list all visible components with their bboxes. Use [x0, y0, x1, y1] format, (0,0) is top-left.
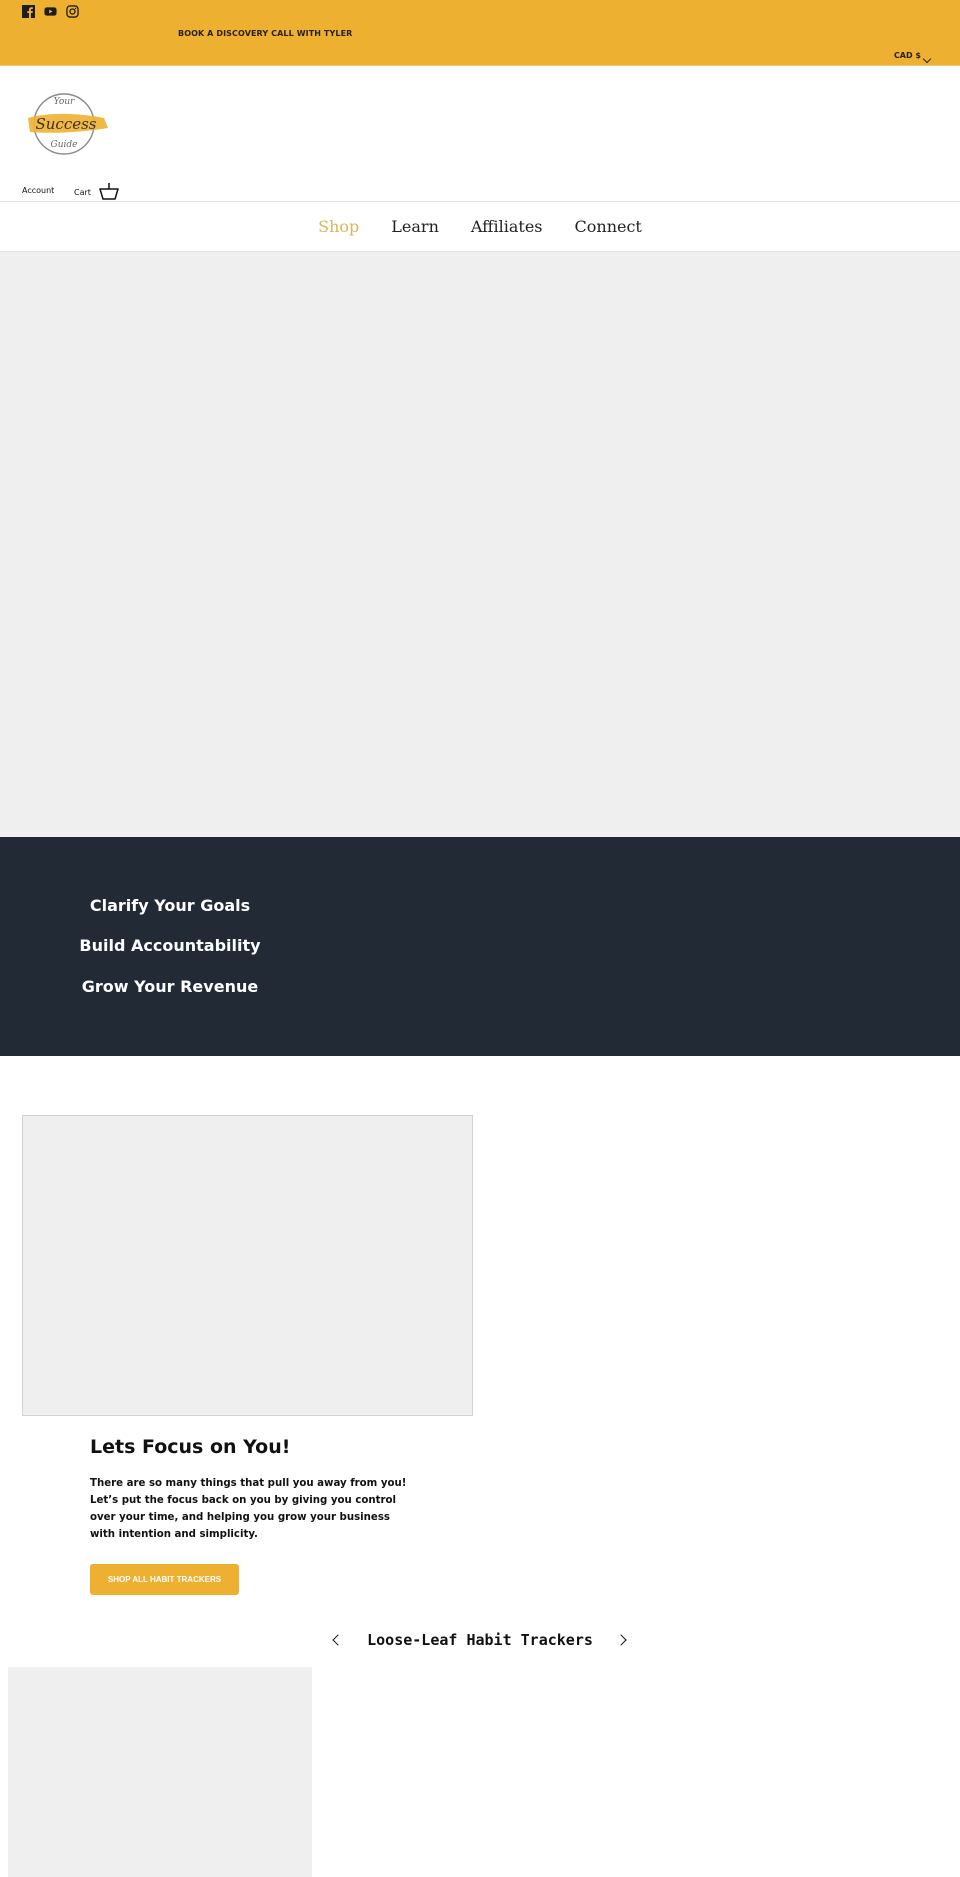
feature-description: There are so many things that pull you a… [90, 1478, 407, 1540]
logo-text-guide: Guide [51, 140, 78, 150]
social-links [22, 5, 79, 18]
nav-item-affiliates[interactable]: Affiliates [471, 217, 543, 236]
logo-text-your: Your [54, 97, 75, 107]
nav-item-connect[interactable]: Connect [575, 217, 642, 236]
shop-habit-trackers-button[interactable]: SHOP ALL HABIT TRACKERS [90, 1564, 239, 1595]
currency-selector[interactable]: CAD $ [894, 51, 921, 60]
facebook-icon[interactable] [22, 5, 35, 18]
hero-image [0, 252, 960, 837]
discovery-call-link[interactable]: BOOK A DISCOVERY CALL WITH TYLER [178, 29, 352, 38]
youtube-icon[interactable] [44, 5, 57, 18]
announcement-bar: BOOK A DISCOVERY CALL WITH TYLER CAD $ [0, 0, 960, 66]
basket-icon[interactable] [99, 182, 119, 200]
main-nav: Shop Learn Affiliates Connect [0, 201, 960, 252]
nav-item-shop[interactable]: Shop [318, 217, 359, 236]
benefit-grow-revenue: Grow Your Revenue [81, 977, 259, 996]
instagram-icon[interactable] [66, 5, 79, 18]
logo[interactable]: Your Success Guide [24, 88, 110, 160]
benefit-clarify-goals: Clarify Your Goals [89, 896, 251, 915]
feature-image [22, 1115, 473, 1416]
benefit-build-accountability: Build Accountability [79, 936, 261, 955]
nav-item-learn[interactable]: Learn [391, 217, 439, 236]
logo-text-success: Success [35, 115, 96, 133]
feature-title: Lets Focus on You! [90, 1436, 291, 1458]
product-card-image[interactable] [8, 1667, 312, 1877]
carousel-title: Loose-Leaf Habit Trackers [367, 1631, 593, 1649]
benefits-section: Clarify Your Goals Build Accountability … [0, 837, 960, 1056]
account-link[interactable]: Account [22, 186, 54, 195]
cart-link[interactable]: Cart [74, 188, 91, 197]
chevron-down-icon[interactable] [922, 54, 932, 64]
